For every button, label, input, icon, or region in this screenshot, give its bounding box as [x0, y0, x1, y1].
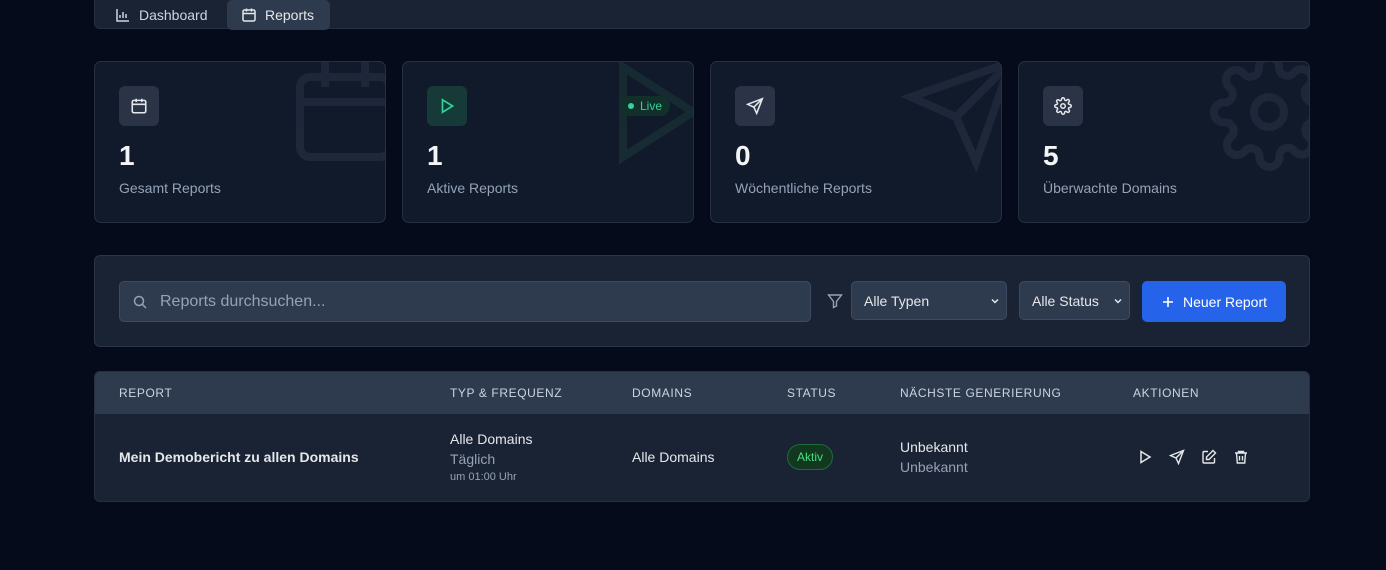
tab-reports-label: Reports	[265, 7, 315, 23]
trash-icon	[1235, 450, 1247, 464]
filter-icon	[827, 294, 843, 309]
run-button[interactable]	[1136, 448, 1154, 466]
stat-label: Aktive Reports	[427, 180, 519, 196]
nav-tabbar: Dashboard Reports	[94, 0, 1310, 30]
play-icon	[1140, 450, 1152, 464]
next-generation: Unbekannt	[900, 439, 968, 455]
send-icon	[1169, 449, 1185, 465]
chevron-down-icon	[991, 298, 999, 304]
tab-dashboard[interactable]: Dashboard	[101, 0, 224, 30]
live-dot	[628, 103, 634, 109]
chevron-down-icon	[1114, 298, 1122, 304]
search-icon	[133, 295, 147, 309]
table-header: REPORT TYP & FREQUENZ DOMAINS STATUS NÄC…	[95, 372, 1309, 414]
search-input[interactable]	[160, 292, 780, 311]
stat-icon-box	[1043, 86, 1083, 126]
live-badge: Live	[620, 96, 671, 116]
send-icon	[746, 97, 764, 115]
stat-value: 0	[735, 140, 751, 171]
status-select[interactable]: Alle Status	[1019, 281, 1130, 320]
type-select-value: Alle Typen	[864, 292, 930, 309]
reports-table: REPORT TYP & FREQUENZ DOMAINS STATUS NÄC…	[94, 371, 1310, 502]
header-status: STATUS	[787, 386, 837, 400]
new-report-button[interactable]: Neuer Report	[1142, 281, 1286, 322]
header-type: TYP & FREQUENZ	[450, 386, 563, 400]
report-type: Alle Domains	[450, 431, 533, 447]
header-next: NÄCHSTE GENERIERUNG	[900, 386, 1062, 400]
delete-button[interactable]	[1232, 448, 1250, 466]
send-button[interactable]	[1168, 448, 1186, 466]
tab-dashboard-label: Dashboard	[139, 7, 208, 23]
calendar-icon	[131, 98, 147, 114]
gear-icon	[1210, 62, 1309, 171]
type-select[interactable]: Alle Typen	[851, 281, 1007, 320]
bar-chart-icon	[116, 9, 129, 22]
stat-value: 5	[1043, 140, 1059, 171]
calendar-icon	[242, 8, 256, 22]
stat-card-active: Live 1 Aktive Reports	[402, 61, 694, 223]
search-box[interactable]	[119, 281, 811, 322]
plus-icon	[1162, 296, 1173, 307]
report-name: Mein Demobericht zu allen Domains	[119, 449, 359, 465]
report-domains: Alle Domains	[632, 449, 715, 465]
report-frequency: Täglich	[450, 451, 496, 467]
send-icon	[901, 62, 1001, 172]
header-report: REPORT	[119, 386, 173, 400]
stat-label: Gesamt Reports	[119, 180, 221, 196]
play-icon	[441, 98, 455, 114]
header-domains: DOMAINS	[632, 386, 693, 400]
filter-bar: Alle Typen Alle Status Neuer Report	[94, 255, 1310, 347]
stat-label: Wöchentliche Reports	[735, 180, 872, 196]
stat-card-total: 1 Gesamt Reports	[94, 61, 386, 223]
report-time: um 01:00 Uhr	[450, 471, 517, 483]
status-select-value: Alle Status	[1032, 292, 1099, 309]
stat-card-weekly: 0 Wöchentliche Reports	[710, 61, 1002, 223]
edit-button[interactable]	[1200, 448, 1218, 466]
next-generation-secondary: Unbekannt	[900, 459, 968, 475]
stat-label: Überwachte Domains	[1043, 180, 1177, 196]
live-badge-label: Live	[640, 99, 663, 113]
edit-icon	[1202, 449, 1217, 464]
stat-icon-box	[735, 86, 775, 126]
gear-icon	[1054, 97, 1072, 115]
header-actions: AKTIONEN	[1133, 386, 1200, 400]
stat-value: 1	[427, 140, 443, 171]
stat-icon-box	[427, 86, 467, 126]
calendar-icon	[296, 62, 385, 161]
stat-value: 1	[119, 140, 135, 171]
stat-icon-box	[119, 86, 159, 126]
new-report-label: Neuer Report	[1182, 293, 1268, 310]
status-badge: Aktiv	[787, 444, 834, 470]
stat-card-domains: 5 Überwachte Domains	[1018, 61, 1310, 223]
tab-reports[interactable]: Reports	[227, 0, 331, 30]
play-icon	[619, 62, 693, 165]
